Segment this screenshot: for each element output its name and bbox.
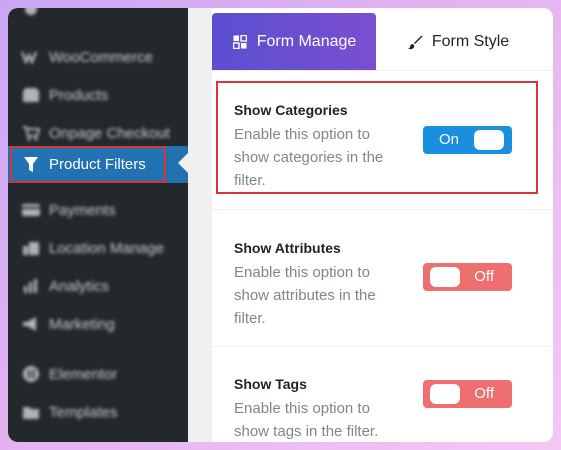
admin-window: WooCommerce Products Onpage Checkout Pro… [8,8,553,442]
toggle-label: On [439,131,460,148]
sidebar-item-analytics[interactable]: Analytics [8,267,188,305]
sidebar-item-location-manage[interactable]: Location Manage [8,229,188,267]
toggle-knob [474,130,504,150]
setting-description: Enable this option to show attributes in… [234,264,376,327]
toggle-show-tags[interactable]: Off [423,380,512,408]
filter-icon [21,155,41,175]
main-content: Form Manage Form Style Show Categories E… [188,8,553,442]
setting-title: Show Categories [234,102,348,118]
card-icon [21,200,41,220]
folder-icon [21,402,41,422]
sidebar-item-label: Products [49,86,109,104]
circle-icon [21,8,41,19]
toggle-label: Off [474,268,494,285]
toggle-show-attributes[interactable]: Off [423,263,512,291]
sidebar-item-templates[interactable]: Templates [8,393,188,431]
elementor-icon [21,364,41,384]
sidebar-item-label: Templates [49,403,118,421]
sidebar-item-label: Elementor [49,365,118,383]
tab-label: Form Style [431,32,510,50]
bar-chart-icon [21,276,41,296]
admin-sidebar: WooCommerce Products Onpage Checkout Pro… [8,8,188,442]
sidebar-item-label: Location Manage [49,239,165,257]
box-icon [21,85,41,105]
sidebar-item-payments[interactable]: Payments [8,191,188,229]
location-icon [21,238,41,258]
setting-title: Show Tags [234,376,307,392]
sidebar-item-woocommerce[interactable]: WooCommerce [8,38,188,76]
sidebar-item-elementor[interactable]: Elementor [8,355,188,393]
setting-title: Show Attributes [234,240,341,256]
sidebar-item-label: Product Filters [49,156,146,173]
sidebar-item-label: Payments [49,201,116,219]
sidebar-item-label: Marketing [49,315,115,333]
grid-icon [232,34,248,50]
sidebar-item-product-filters[interactable]: Product Filters [8,146,188,183]
setting-show-categories: Show Categories Enable this option to sh… [212,71,553,210]
toggle-knob [430,267,460,287]
sidebar-item-label: Onpage Checkout [49,124,170,142]
tab-form-manage[interactable]: Form Manage [212,13,376,70]
toggle-label: Off [474,385,494,402]
settings-panel: Form Manage Form Style Show Categories E… [212,8,553,442]
tab-label: Form Manage [256,32,357,50]
active-menu-arrow [178,153,188,173]
setting-show-attributes: Show Attributes Enable this option to sh… [212,210,553,347]
setting-description: Enable this option to show tags in the f… [234,400,379,440]
brush-icon [407,34,423,50]
setting-show-tags: Show Tags Enable this option to show tag… [212,347,553,442]
sidebar-item-label: Analytics [49,277,110,295]
megaphone-icon [21,314,41,334]
sidebar-item-top-partial[interactable] [8,8,188,28]
tab-form-style[interactable]: Form Style [376,13,540,70]
toggle-show-categories[interactable]: On [423,126,512,154]
woocommerce-icon [21,47,41,67]
tab-bar: Form Manage Form Style [212,13,553,71]
toggle-knob [430,384,460,404]
sidebar-item-products[interactable]: Products [8,76,188,114]
sidebar-item-marketing[interactable]: Marketing [8,305,188,343]
setting-description: Enable this option to show categories in… [234,126,384,189]
cart-icon [21,123,41,143]
sidebar-item-label: WooCommerce [49,48,153,66]
screenshot-frame: WooCommerce Products Onpage Checkout Pro… [0,0,561,450]
